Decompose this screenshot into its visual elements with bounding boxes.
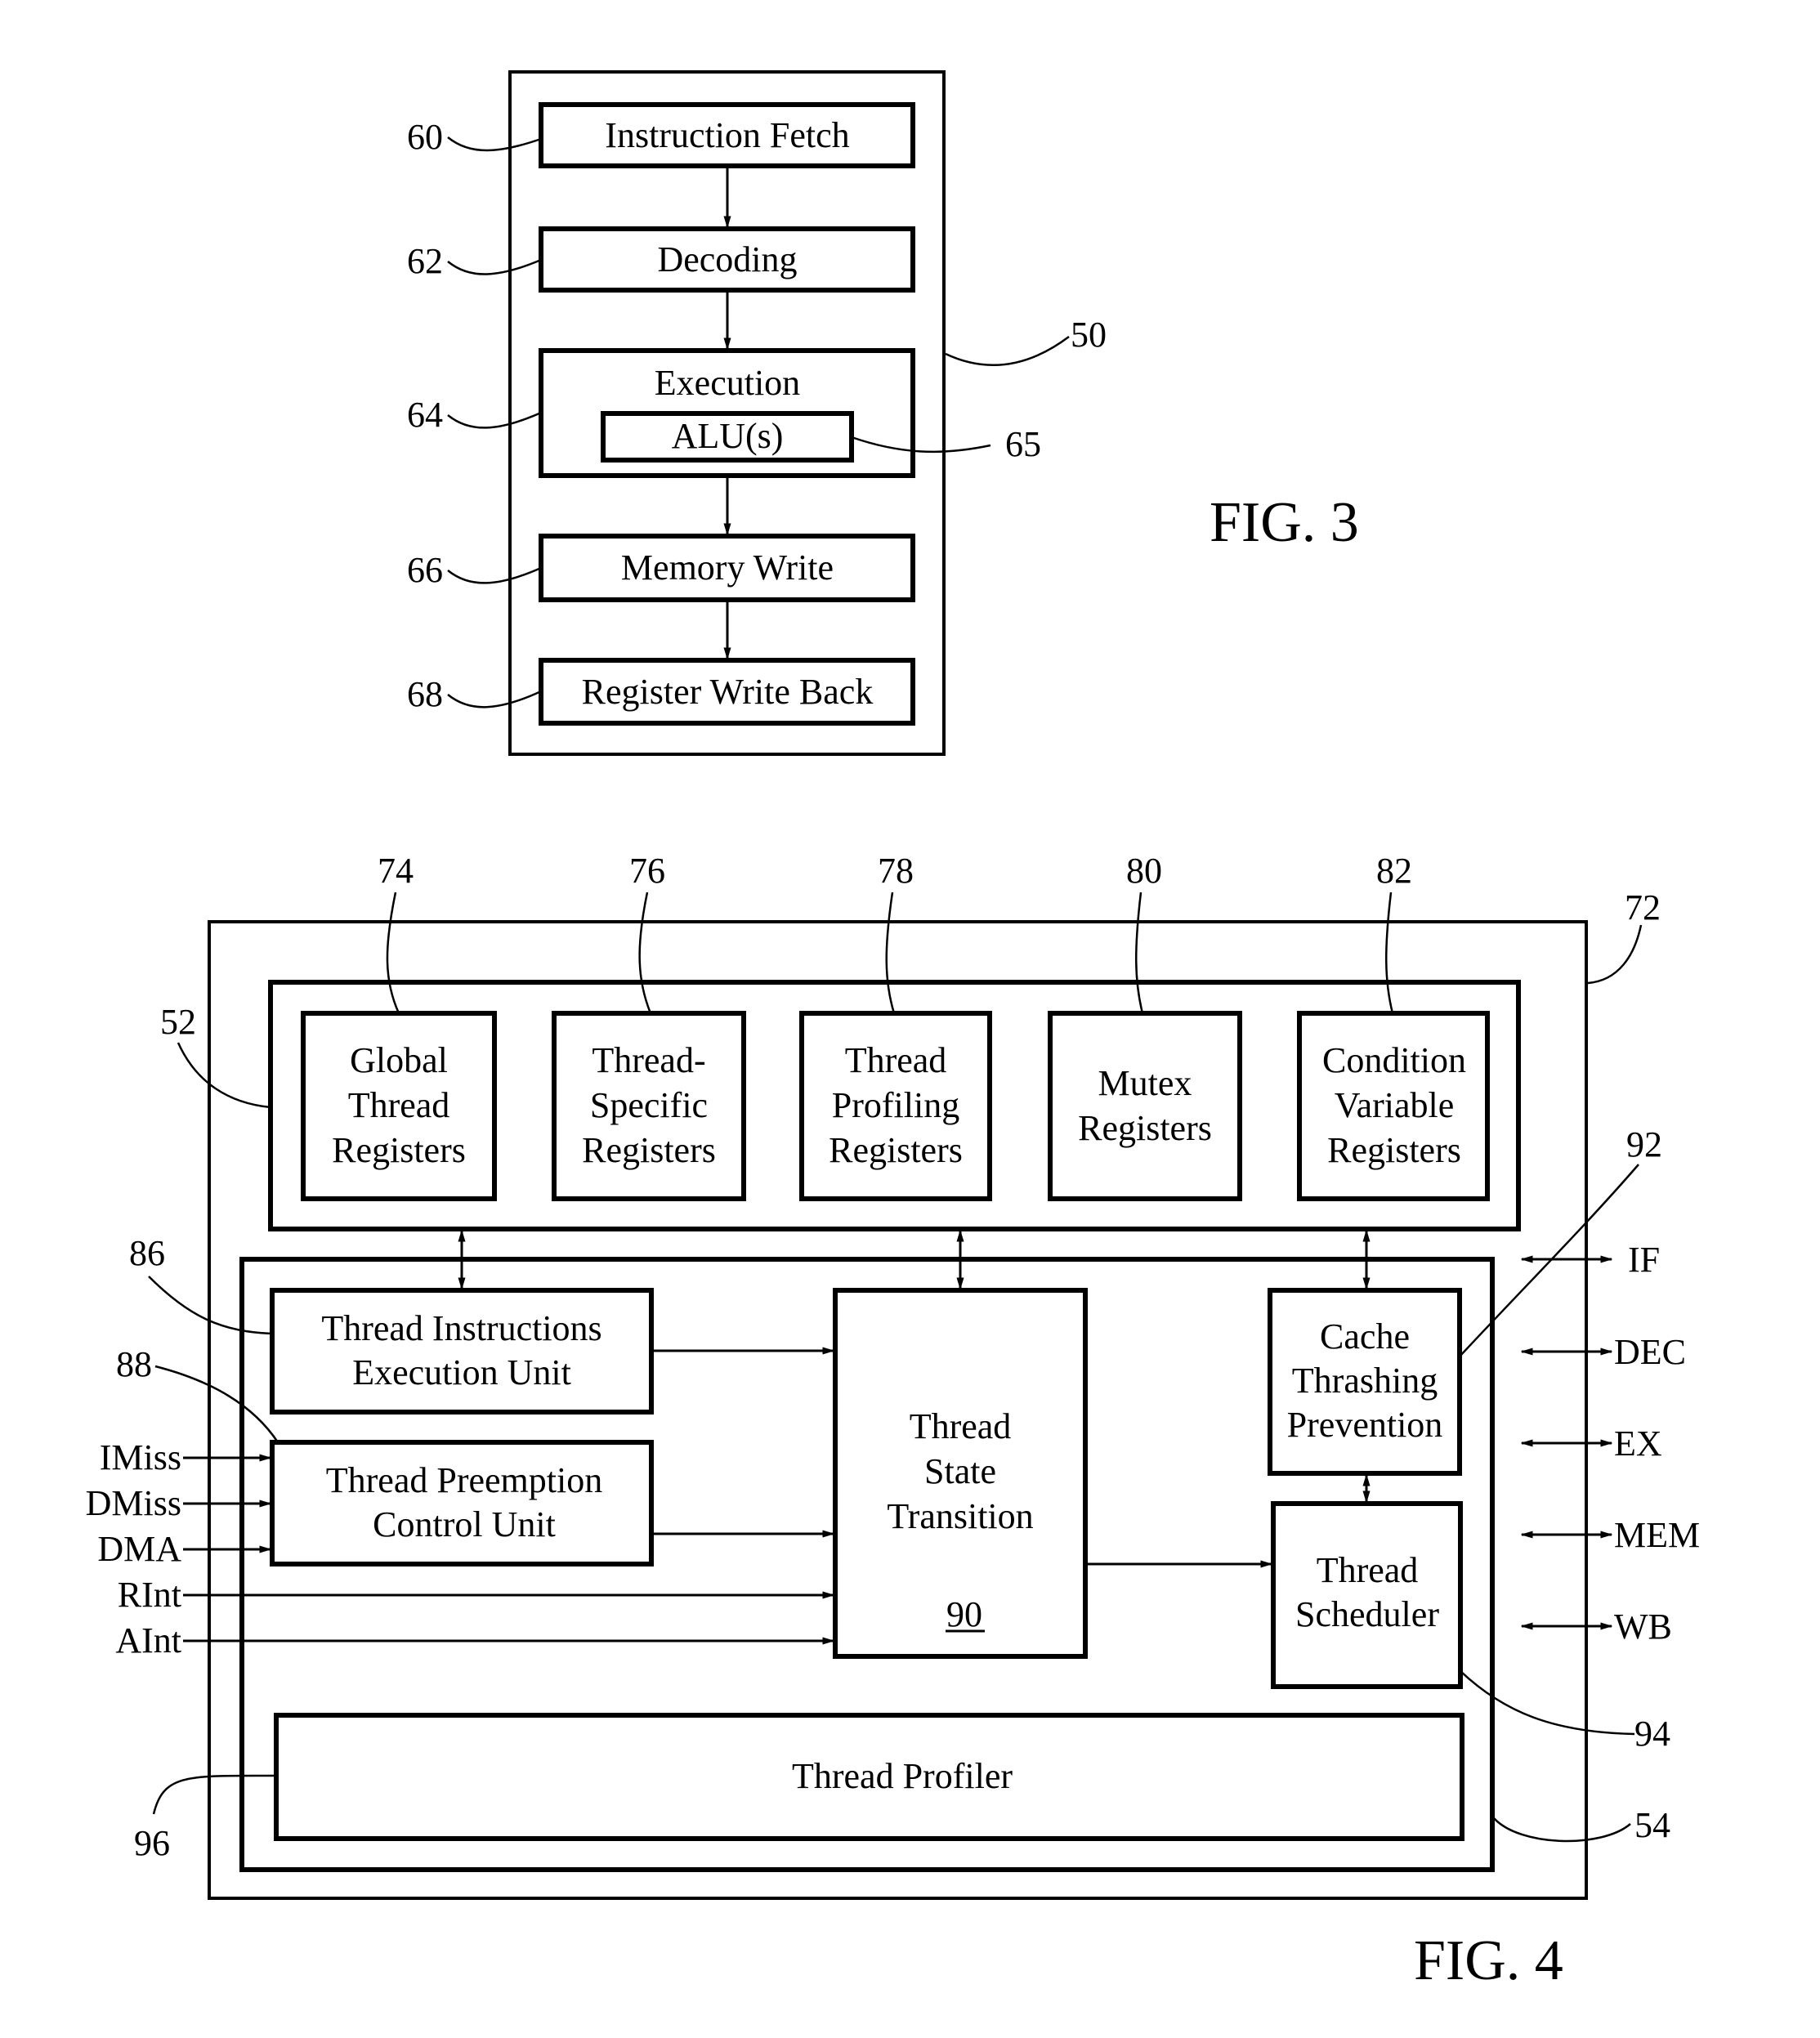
signal-dmiss: DMiss <box>86 1483 181 1523</box>
unit-label: Scheduler <box>1295 1594 1439 1634</box>
figure-4: Global Thread Registers Thread- Specific… <box>86 851 1701 1992</box>
ref-78: 78 <box>878 851 914 891</box>
stage-label: Memory Write <box>621 547 834 588</box>
signal-imiss: IMiss <box>100 1437 181 1477</box>
stage-decoding: Decoding <box>539 226 915 293</box>
register-label: Registers <box>1078 1108 1212 1148</box>
register-label: Thread- <box>592 1040 705 1080</box>
unit-label: Thrashing <box>1292 1361 1438 1401</box>
register-label: Condition <box>1322 1040 1466 1080</box>
register-label: Registers <box>1327 1130 1461 1170</box>
register-condition-variable: Condition Variable Registers <box>1297 1011 1490 1201</box>
stage-label: Register Write Back <box>582 672 874 712</box>
register-label: Global <box>350 1040 448 1080</box>
ref-60: 60 <box>407 117 443 157</box>
figure-3-caption: FIG. 3 <box>1210 491 1359 554</box>
ref-62: 62 <box>407 241 443 281</box>
thread-scheduler: Thread Scheduler <box>1271 1501 1463 1689</box>
unit-label: Control Unit <box>373 1504 556 1544</box>
ref-96: 96 <box>134 1823 170 1863</box>
unit-label: Thread <box>910 1406 1012 1446</box>
ref-66: 66 <box>407 550 443 590</box>
stage-execution: Execution ALU(s) <box>539 348 915 478</box>
signal-wb: WB <box>1614 1607 1672 1647</box>
stage-memory-write: Memory Write <box>539 534 915 602</box>
patent-drawing: Instruction Fetch Decoding Execution ALU… <box>86 70 1701 1992</box>
ref-86: 86 <box>129 1233 165 1273</box>
thread-state-transition: Thread State Transition 90 <box>833 1288 1088 1659</box>
ref-82: 82 <box>1376 851 1412 891</box>
signal-rint: RInt <box>118 1575 181 1615</box>
unit-label: Cache <box>1320 1316 1410 1356</box>
alu-label: ALU(s) <box>672 416 784 456</box>
leader-line <box>447 258 542 275</box>
register-label: Mutex <box>1098 1063 1192 1103</box>
ref-76: 76 <box>629 851 665 891</box>
leader-line <box>1493 1817 1631 1843</box>
register-label: Thread <box>348 1085 450 1125</box>
register-label: Specific <box>590 1085 708 1125</box>
stage-label: Instruction Fetch <box>605 115 849 155</box>
ref-54: 54 <box>1634 1805 1670 1845</box>
unit-label: Thread Profiler <box>792 1756 1013 1796</box>
ref-92: 92 <box>1626 1124 1662 1164</box>
stage-label: Decoding <box>657 239 797 279</box>
unit-label: Thread Instructions <box>321 1308 601 1348</box>
leader-line <box>945 335 1070 367</box>
unit-label: Thread <box>1317 1550 1419 1590</box>
leader-line <box>447 411 542 429</box>
thread-profiler: Thread Profiler <box>274 1713 1464 1841</box>
ref-65: 65 <box>1005 424 1041 464</box>
register-label: Variable <box>1335 1085 1455 1125</box>
signal-dec: DEC <box>1614 1332 1686 1372</box>
ref-88: 88 <box>116 1344 152 1384</box>
unit-label: State <box>924 1451 996 1491</box>
unit-label: Transition <box>887 1496 1033 1536</box>
register-thread-specific: Thread- Specific Registers <box>552 1011 746 1201</box>
signal-ex: EX <box>1614 1423 1662 1464</box>
ref-68: 68 <box>407 674 443 714</box>
ref-74: 74 <box>378 851 414 891</box>
ref-94: 94 <box>1634 1714 1670 1754</box>
thread-instructions-execution-unit: Thread Instructions Execution Unit <box>270 1288 654 1415</box>
figure-4-caption: FIG. 4 <box>1414 1929 1563 1992</box>
leader-line <box>1587 924 1643 985</box>
signal-aint: AInt <box>115 1620 181 1660</box>
register-label: Registers <box>582 1130 716 1170</box>
leader-line <box>447 136 542 152</box>
leader-line <box>447 566 542 584</box>
register-label: Registers <box>332 1130 466 1170</box>
leader-line <box>447 690 542 708</box>
signal-if: IF <box>1628 1240 1660 1280</box>
unit-label: Prevention <box>1287 1405 1443 1445</box>
ref-80: 80 <box>1126 851 1162 891</box>
register-global-thread: Global Thread Registers <box>301 1011 497 1201</box>
stage-label: Execution <box>655 363 800 403</box>
cache-thrashing-prevention: Cache Thrashing Prevention <box>1268 1288 1462 1476</box>
register-label: Thread <box>845 1040 947 1080</box>
register-thread-profiling: Thread Profiling Registers <box>799 1011 992 1201</box>
ref-72: 72 <box>1625 887 1661 927</box>
register-label: Registers <box>829 1130 963 1170</box>
ref-64: 64 <box>407 395 443 435</box>
signal-mem: MEM <box>1614 1515 1700 1555</box>
ref-50: 50 <box>1071 315 1107 355</box>
pipeline-signals: IF DEC EX MEM WB <box>1520 1240 1700 1647</box>
unit-label: Execution Unit <box>352 1352 571 1392</box>
signal-dma: DMA <box>97 1529 181 1569</box>
register-label: Profiling <box>832 1085 959 1125</box>
register-mutex: Mutex Registers <box>1048 1011 1242 1201</box>
stage-instruction-fetch: Instruction Fetch <box>539 102 915 168</box>
ref-52: 52 <box>160 1002 196 1042</box>
figure-3: Instruction Fetch Decoding Execution ALU… <box>407 70 1359 756</box>
unit-label: Thread Preemption <box>326 1460 602 1500</box>
stage-register-write-back: Register Write Back <box>539 658 915 726</box>
ref-90: 90 <box>946 1594 982 1634</box>
leader-line <box>177 1042 271 1109</box>
thread-preemption-control-unit: Thread Preemption Control Unit <box>270 1440 654 1566</box>
